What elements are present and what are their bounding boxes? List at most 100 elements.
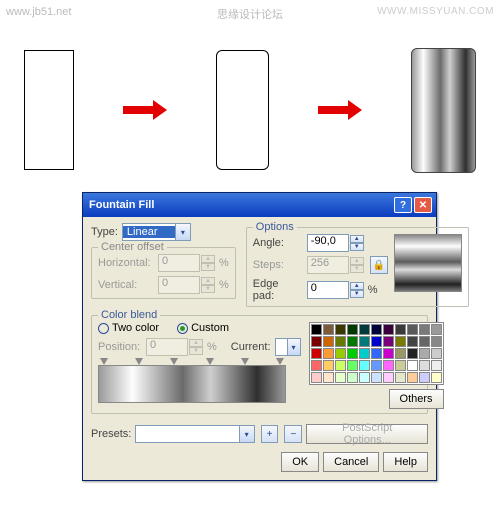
dropdown-icon[interactable]: ▾ <box>287 339 300 355</box>
palette-swatch[interactable] <box>311 324 322 335</box>
palette-swatch[interactable] <box>395 324 406 335</box>
custom-radio[interactable]: Custom <box>177 322 229 334</box>
edgepad-spinner[interactable]: 0 ▲▼ <box>307 281 364 299</box>
palette-swatch[interactable] <box>347 324 358 335</box>
palette-swatch[interactable] <box>383 324 394 335</box>
color-palette[interactable] <box>309 322 444 385</box>
palette-swatch[interactable] <box>359 348 370 359</box>
palette-swatch[interactable] <box>335 324 346 335</box>
palette-swatch[interactable] <box>371 324 382 335</box>
help-button[interactable]: Help <box>383 452 428 472</box>
gradient-stop-icon[interactable] <box>135 358 143 365</box>
palette-swatch[interactable] <box>371 336 382 347</box>
horizontal-label: Horizontal: <box>98 257 154 269</box>
gradient-stop-icon[interactable] <box>276 358 284 365</box>
arrow-icon <box>123 100 167 120</box>
angle-input[interactable]: -90,0 <box>307 234 349 252</box>
titlebar[interactable]: Fountain Fill ? ✕ <box>83 193 436 217</box>
palette-swatch[interactable] <box>311 348 322 359</box>
angle-spinner[interactable]: -90,0 ▲▼ <box>307 234 364 252</box>
palette-swatch[interactable] <box>407 324 418 335</box>
palette-swatch[interactable] <box>383 336 394 347</box>
angle-label: Angle: <box>253 237 303 249</box>
palette-swatch[interactable] <box>419 324 430 335</box>
help-titlebar-button[interactable]: ? <box>394 197 412 213</box>
ok-button[interactable]: OK <box>281 452 319 472</box>
palette-swatch[interactable] <box>383 360 394 371</box>
palette-swatch[interactable] <box>419 336 430 347</box>
palette-swatch[interactable] <box>347 336 358 347</box>
others-button[interactable]: Others <box>389 389 444 409</box>
palette-swatch[interactable] <box>371 360 382 371</box>
palette-swatch[interactable] <box>347 372 358 383</box>
palette-swatch[interactable] <box>323 324 334 335</box>
palette-swatch[interactable] <box>395 372 406 383</box>
palette-swatch[interactable] <box>335 360 346 371</box>
cancel-button[interactable]: Cancel <box>323 452 379 472</box>
palette-swatch[interactable] <box>335 372 346 383</box>
palette-swatch[interactable] <box>383 372 394 383</box>
palette-swatch[interactable] <box>323 348 334 359</box>
palette-swatch[interactable] <box>431 336 442 347</box>
palette-swatch[interactable] <box>323 360 334 371</box>
palette-swatch[interactable] <box>311 336 322 347</box>
palette-swatch[interactable] <box>359 372 370 383</box>
current-swatch[interactable]: ▾ <box>275 338 301 356</box>
palette-swatch[interactable] <box>347 360 358 371</box>
palette-swatch[interactable] <box>311 372 322 383</box>
gradient-stop-icon[interactable] <box>241 358 249 365</box>
gradient-editor[interactable] <box>98 358 301 403</box>
palette-swatch[interactable] <box>359 336 370 347</box>
palette-swatch[interactable] <box>431 360 442 371</box>
palette-swatch[interactable] <box>419 360 430 371</box>
type-select[interactable]: Linear ▾ <box>122 223 191 241</box>
spin-up-icon[interactable]: ▲ <box>350 282 364 290</box>
palette-swatch[interactable] <box>395 360 406 371</box>
palette-swatch[interactable] <box>407 372 418 383</box>
spin-down-icon[interactable]: ▼ <box>350 243 364 251</box>
edgepad-input[interactable]: 0 <box>307 281 349 299</box>
gradient-stop-icon[interactable] <box>170 358 178 365</box>
vertical-label: Vertical: <box>98 279 154 291</box>
palette-swatch[interactable] <box>323 372 334 383</box>
presets-select[interactable]: ▾ <box>135 425 254 443</box>
remove-preset-icon[interactable]: − <box>284 425 302 443</box>
palette-swatch[interactable] <box>431 348 442 359</box>
palette-swatch[interactable] <box>407 348 418 359</box>
palette-swatch[interactable] <box>419 372 430 383</box>
palette-swatch[interactable] <box>359 360 370 371</box>
presets-label: Presets: <box>91 428 131 440</box>
palette-swatch[interactable] <box>431 324 442 335</box>
palette-swatch[interactable] <box>371 348 382 359</box>
spin-down-icon[interactable]: ▼ <box>350 290 364 298</box>
add-preset-icon[interactable]: + <box>261 425 279 443</box>
palette-swatch[interactable] <box>371 372 382 383</box>
palette-swatch[interactable] <box>395 336 406 347</box>
palette-swatch[interactable] <box>383 348 394 359</box>
palette-swatch[interactable] <box>311 360 322 371</box>
dialog-title: Fountain Fill <box>87 199 392 211</box>
gradient-bar[interactable] <box>98 365 286 403</box>
gradient-preview <box>394 234 462 292</box>
palette-swatch[interactable] <box>347 348 358 359</box>
two-color-radio[interactable]: Two color <box>98 322 159 334</box>
current-label: Current: <box>231 341 271 353</box>
gradient-stop-icon[interactable] <box>206 358 214 365</box>
palette-swatch[interactable] <box>359 324 370 335</box>
spin-up-icon: ▲ <box>201 277 215 285</box>
palette-swatch[interactable] <box>335 348 346 359</box>
palette-swatch[interactable] <box>395 348 406 359</box>
lock-icon[interactable]: 🔒 <box>370 256 388 274</box>
palette-swatch[interactable] <box>323 336 334 347</box>
watermark-left: www.jb51.net <box>6 6 71 18</box>
dropdown-icon[interactable]: ▾ <box>175 224 190 240</box>
palette-swatch[interactable] <box>431 372 442 383</box>
spin-up-icon[interactable]: ▲ <box>350 235 364 243</box>
dropdown-icon[interactable]: ▾ <box>239 426 254 442</box>
palette-swatch[interactable] <box>407 336 418 347</box>
gradient-stop-icon[interactable] <box>100 358 108 365</box>
close-button[interactable]: ✕ <box>414 197 432 213</box>
palette-swatch[interactable] <box>419 348 430 359</box>
palette-swatch[interactable] <box>335 336 346 347</box>
palette-swatch[interactable] <box>407 360 418 371</box>
